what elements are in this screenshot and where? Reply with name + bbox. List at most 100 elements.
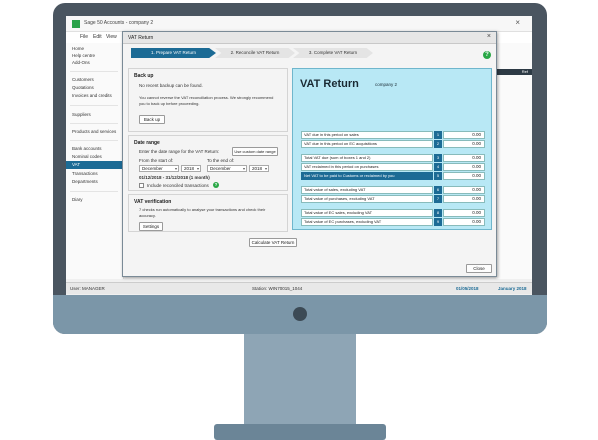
from-month-select[interactable]: December ▾ [139,165,179,172]
use-custom-date-range-button[interactable]: Use custom date range [232,147,278,156]
nav-bank-accounts[interactable]: Bank accounts [72,146,102,151]
step-complete-vat-return[interactable]: 3. Complete VAT Return [293,48,373,58]
nav-divider [70,140,118,141]
status-period: January 2018 [498,286,527,291]
nav-invoices-and-credits[interactable]: Invoices and credits [72,93,112,98]
nav-quotations[interactable]: Quotations [72,85,94,90]
nav-add-ons[interactable]: Add-Ons [72,60,90,65]
backup-title: Back up [134,73,154,79]
vat-box-label: Total value of EC purchases, excluding V… [301,218,433,226]
backup-status-text: No recent backup can be found. [139,83,203,88]
nav-nominal-codes[interactable]: Nominal codes [72,154,102,159]
dialog-close-icon[interactable]: × [487,33,491,40]
nav-transactions[interactable]: Transactions [72,171,98,176]
vat-box-number: 6 [434,186,442,194]
vat-box-value: 0.00 [443,195,485,203]
info-icon[interactable]: ? [213,182,219,188]
to-label: To the end of: [207,158,235,163]
monitor-base [214,424,386,440]
close-button[interactable]: Close [466,264,492,273]
nav-departments[interactable]: Departments [72,179,98,184]
nav-diary[interactable]: Diary [72,197,83,202]
vat-box-label: Total value of purchases, excluding VAT [301,195,433,203]
vat-box-number: 9 [434,218,442,226]
to-year-select[interactable]: 2018 ▾ [249,165,269,172]
chevron-down-icon: ▾ [196,166,199,171]
nav-divider [70,71,118,72]
menu-view[interactable]: View [106,34,117,40]
step-reconcile-vat-return[interactable]: 2. Reconcile VAT Return [215,48,295,58]
nav-divider [70,191,118,192]
vat-box-label: Total VAT due (sum of boxes 1 and 2) [301,154,433,162]
menu-edit[interactable]: Edit [93,34,102,40]
include-reconciled-checkbox[interactable] [139,183,144,188]
vat-return-dialog: VAT Return × 3. Complete VAT Return 2. R… [122,31,497,277]
to-month-select[interactable]: December ▾ [207,165,247,172]
verification-text-line2: accuracy. [139,213,156,218]
backup-warning-line2: you to back up before proceeding. [139,101,200,106]
vat-return-summary-panel: VAT Return company 2 VAT due in this per… [292,68,492,230]
left-navigation: Home Help centre Add-Ons Customers Quota… [66,43,124,279]
from-year-value: 2018 [184,166,195,171]
nav-customers[interactable]: Customers [72,77,94,82]
settings-button[interactable]: Settings [139,222,163,231]
vat-verification-panel: VAT verification 7 checks run automatica… [128,194,288,232]
include-reconciled-label: Include reconciled transactions [147,183,209,188]
background-column-header: Ref [521,69,528,74]
vat-box-value: 0.00 [443,218,485,226]
vat-box-7-row: Total value of purchases, excluding VAT … [301,195,485,203]
vat-box-value: 0.00 [443,154,485,162]
step-prepare-vat-return[interactable]: 1. Prepare VAT Return [131,48,216,58]
nav-divider [70,123,118,124]
vat-box-number: 5 [434,172,442,180]
nav-products-and-services[interactable]: Products and services [72,129,116,134]
nav-suppliers[interactable]: Suppliers [72,112,91,117]
from-year-select[interactable]: 2018 ▾ [181,165,201,172]
dialog-title-bar: VAT Return × [123,32,496,44]
backup-warning-line1: You cannot reverse the VAT reconciliatio… [139,95,274,100]
vat-box-2-row: VAT due in this period on EC acquisition… [301,140,485,148]
vat-box-1-row: VAT due in this period on sales 1 0.00 [301,131,485,139]
nav-vat[interactable]: VAT [66,161,123,169]
monitor-stand [244,334,356,426]
from-label: From the start of: [139,158,174,163]
sage-app-icon [72,20,80,28]
vat-box-number: 3 [434,154,442,162]
vat-box-number: 2 [434,140,442,148]
vat-box-9-row: Total value of EC purchases, excluding V… [301,218,485,226]
chevron-down-icon: ▾ [242,166,245,171]
vat-box-label: VAT due in this period on sales [301,131,433,139]
dialog-title: VAT Return [128,35,154,41]
background-list-panel [496,43,532,279]
vat-box-number: 1 [434,131,442,139]
from-month-value: December [142,166,163,171]
app-close-icon[interactable]: × [515,18,520,27]
vat-box-value: 0.00 [443,209,485,217]
status-date: 01/05/2018 [456,286,479,291]
vat-box-value: 0.00 [443,186,485,194]
vat-box-label: Total value of EC sales, excluding VAT [301,209,433,217]
calculate-vat-return-button[interactable]: Calculate VAT Return [249,238,297,247]
verification-text-line1: 7 checks run automatically to analyse yo… [139,207,266,212]
nav-help-centre[interactable]: Help centre [72,53,95,58]
vat-box-number: 4 [434,163,442,171]
vat-box-label: Total value of sales, excluding VAT [301,186,433,194]
back-up-button[interactable]: Back up [139,115,165,124]
vat-box-number: 8 [434,209,442,217]
to-year-value: 2018 [252,166,263,171]
company-name: company 2 [375,82,398,87]
vat-verification-title: VAT verification [134,199,172,205]
nav-home[interactable]: Home [72,46,84,51]
help-icon[interactable]: ? [483,51,491,59]
date-range-title: Date range [134,140,160,146]
vat-box-value: 0.00 [443,140,485,148]
status-bar: User: MANAGER Station: WIN70015_1044 01/… [66,282,532,294]
menu-file[interactable]: File [80,34,88,40]
app-title-bar: Sage 50 Accounts - company 2 × [66,16,532,32]
vat-box-4-row: VAT reclaimed in this period on purchase… [301,163,485,171]
status-user: User: MANAGER [70,286,105,291]
vat-box-8-row: Total value of EC sales, excluding VAT 8… [301,209,485,217]
vat-box-3-row: Total VAT due (sum of boxes 1 and 2) 3 0… [301,154,485,162]
date-range-panel: Date range Enter the date range for the … [128,135,288,191]
vat-box-6-row: Total value of sales, excluding VAT 6 0.… [301,186,485,194]
